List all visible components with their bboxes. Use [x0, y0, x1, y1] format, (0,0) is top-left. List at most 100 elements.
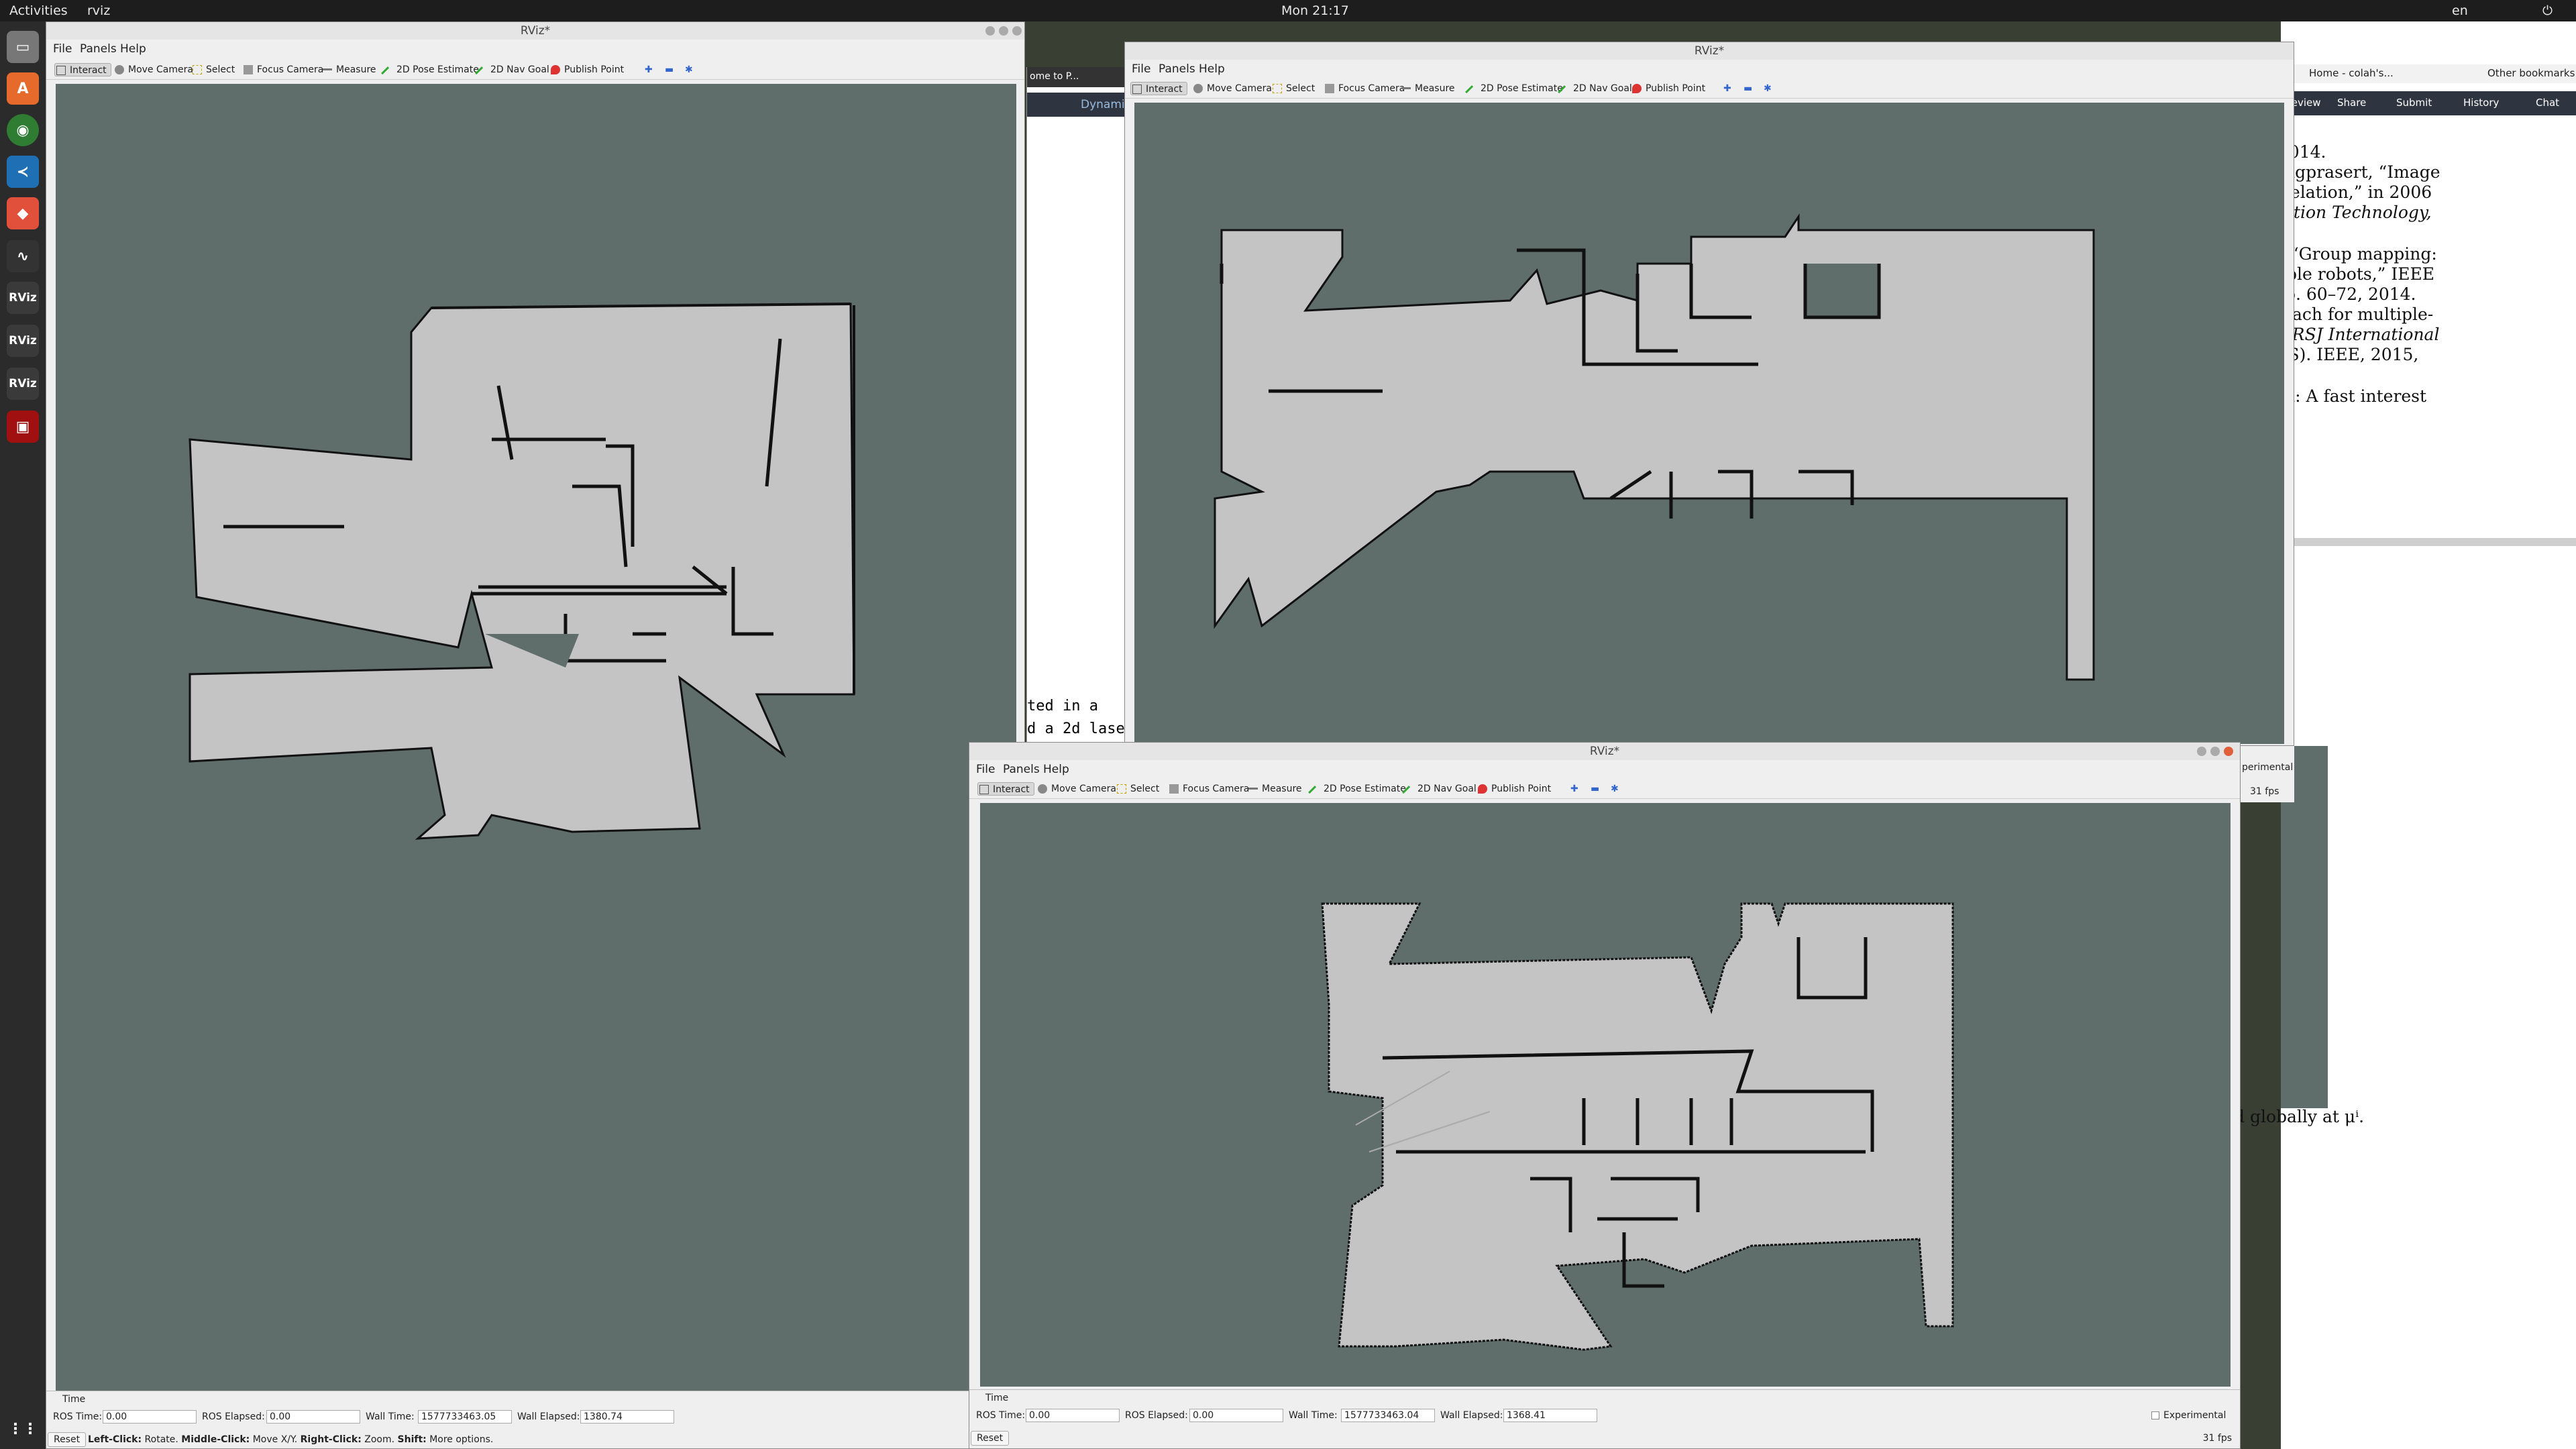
ros-time-field[interactable]: 0.00 — [1026, 1409, 1120, 1422]
software-icon[interactable]: A — [7, 72, 39, 105]
window-maximize-button[interactable] — [999, 26, 1008, 36]
chrome-icon[interactable]: ◉ — [7, 114, 39, 146]
window-minimize-button[interactable] — [985, 26, 995, 36]
window-maximize-button[interactable] — [2210, 747, 2220, 756]
bookmark-other[interactable]: Other bookmarks — [2487, 67, 2575, 79]
window-title: RViz* — [1125, 42, 2294, 60]
map-view[interactable] — [980, 803, 2231, 1387]
ros-time-field[interactable]: 0.00 — [103, 1410, 197, 1424]
power-icon[interactable]: ⏻ — [2542, 3, 2553, 18]
tool-label: 2D Nav Goal — [1573, 83, 1632, 94]
focus-camera-icon — [1325, 84, 1334, 93]
git-icon[interactable]: ◆ — [7, 197, 39, 229]
share-link[interactable]: Share — [2337, 97, 2366, 109]
language-indicator[interactable]: en — [2452, 3, 2468, 18]
paper-line: pp. 60–72, 2014. — [2274, 284, 2416, 304]
tool-bar: Interact Move Camera Select Focus Camera… — [1125, 78, 2294, 99]
tool-2d-nav-goal[interactable]: 2D Nav Goal — [1558, 82, 1632, 99]
experimental-checkbox[interactable] — [2151, 1411, 2159, 1419]
tool-move-camera[interactable]: Move Camera — [1036, 782, 1116, 796]
tool-measure[interactable]: Measure — [1400, 82, 1455, 95]
tool-interact[interactable]: Interact — [977, 782, 1034, 796]
rviz-icon[interactable]: RViz — [7, 368, 39, 400]
tool-interact[interactable]: Interact — [1130, 82, 1187, 95]
tool-label: Measure — [336, 64, 376, 75]
tool-2d-pose-estimate[interactable]: 2D Pose Estimate — [1308, 782, 1406, 799]
app-menu[interactable]: rviz — [87, 3, 110, 18]
menu-help[interactable]: Help — [1199, 62, 1225, 76]
window-minimize-button[interactable] — [2197, 747, 2206, 756]
tool-properties-button[interactable]: ✱ — [1596, 782, 1619, 796]
tool-label: Interact — [1146, 84, 1183, 95]
wall-time-field[interactable]: 1577733463.04 — [1341, 1409, 1435, 1422]
terminal-icon[interactable]: ▣ — [7, 411, 39, 443]
tool-interact[interactable]: Interact — [54, 63, 111, 76]
tool-select[interactable]: Select — [1116, 782, 1159, 796]
wall-elapsed-field[interactable]: 1368.41 — [1503, 1409, 1597, 1422]
select-icon — [1117, 784, 1126, 794]
chat-link[interactable]: Chat — [2536, 97, 2559, 109]
rviz-icon[interactable]: RViz — [7, 325, 39, 357]
tool-publish-point[interactable]: Publish Point — [1477, 782, 1551, 796]
tool-focus-camera[interactable]: Focus Camera — [1168, 782, 1249, 796]
tool-2d-nav-goal[interactable]: 2D Nav Goal — [1402, 782, 1477, 799]
tool-label: Publish Point — [564, 64, 625, 75]
menu-panels[interactable]: Panels — [1159, 62, 1195, 76]
ros-elapsed-field[interactable]: 0.00 — [266, 1410, 360, 1424]
clock[interactable]: Mon 21:17 — [1281, 3, 1349, 18]
tool-measure[interactable]: Measure — [321, 63, 376, 76]
wall-elapsed-field[interactable]: 1380.74 — [580, 1410, 674, 1424]
tool-properties-button[interactable]: ✱ — [670, 63, 693, 76]
add-tool-button[interactable]: ✚ — [1709, 82, 1731, 95]
menu-help[interactable]: Help — [120, 42, 146, 56]
hint-key: Left-Click: — [88, 1434, 142, 1445]
window-close-button[interactable] — [1012, 26, 1022, 36]
wall-time-field[interactable]: 1577733463.05 — [418, 1410, 512, 1424]
hint-action: Zoom. — [364, 1434, 395, 1445]
rviz-window-1: RViz* File Panels Help Interact Move Cam… — [46, 21, 1025, 1449]
monitor-icon[interactable]: ∿ — [7, 240, 39, 272]
submit-link[interactable]: Submit — [2396, 97, 2432, 109]
tool-2d-pose-estimate[interactable]: 2D Pose Estimate — [1465, 82, 1563, 99]
menu-file[interactable]: File — [1132, 62, 1150, 76]
map-view[interactable] — [56, 84, 1016, 1405]
tool-select[interactable]: Select — [191, 63, 235, 76]
bookmark-colah[interactable]: Home - colah's... — [2309, 67, 2394, 79]
tool-properties-button[interactable]: ✱ — [1749, 82, 1772, 95]
dynamic-link[interactable]: Dynamic — [1081, 98, 1131, 111]
tool-move-camera[interactable]: Move Camera — [1192, 82, 1272, 95]
hint-action: Move X/Y. — [252, 1434, 298, 1445]
tool-measure[interactable]: Measure — [1247, 782, 1302, 796]
tool-publish-point[interactable]: Publish Point — [1631, 82, 1705, 95]
tool-focus-camera[interactable]: Focus Camera — [242, 63, 323, 76]
move-camera-icon — [1038, 784, 1047, 794]
paper-line: d globally at μⁱ. — [2234, 1107, 2365, 1126]
add-tool-button[interactable]: ✚ — [630, 63, 653, 76]
nav-arrow-icon — [1558, 85, 1571, 99]
map-view[interactable] — [1134, 103, 2284, 744]
ros-elapsed-field[interactable]: 0.00 — [1189, 1409, 1283, 1422]
vscode-icon[interactable]: ≺ — [7, 156, 39, 188]
apps-grid-icon[interactable]: ⋮⋮ — [7, 1413, 39, 1445]
menu-file[interactable]: File — [976, 763, 995, 776]
files-icon[interactable]: ▭ — [7, 31, 39, 63]
tool-2d-nav-goal[interactable]: 2D Nav Goal — [475, 63, 549, 80]
rviz-icon[interactable]: RViz — [7, 282, 39, 314]
add-tool-button[interactable]: ✚ — [1556, 782, 1578, 796]
tool-publish-point[interactable]: Publish Point — [549, 63, 624, 76]
menu-file[interactable]: File — [53, 42, 72, 56]
reset-button[interactable]: Reset — [48, 1432, 87, 1447]
menu-panels[interactable]: Panels — [80, 42, 117, 56]
reset-button[interactable]: Reset — [971, 1431, 1010, 1446]
activities-button[interactable]: Activities — [9, 3, 68, 18]
history-link[interactable]: History — [2463, 97, 2499, 109]
tool-select[interactable]: Select — [1271, 82, 1315, 95]
tool-2d-pose-estimate[interactable]: 2D Pose Estimate — [381, 63, 479, 80]
tool-move-camera[interactable]: Move Camera — [113, 63, 193, 76]
menu-panels[interactable]: Panels — [1003, 763, 1040, 776]
menu-help[interactable]: Help — [1043, 763, 1069, 776]
tool-focus-camera[interactable]: Focus Camera — [1324, 82, 1405, 95]
window-close-button[interactable] — [2224, 747, 2233, 756]
tool-label: Publish Point — [1646, 83, 1706, 94]
background-tab-label[interactable]: ome to P... — [1030, 71, 1079, 82]
